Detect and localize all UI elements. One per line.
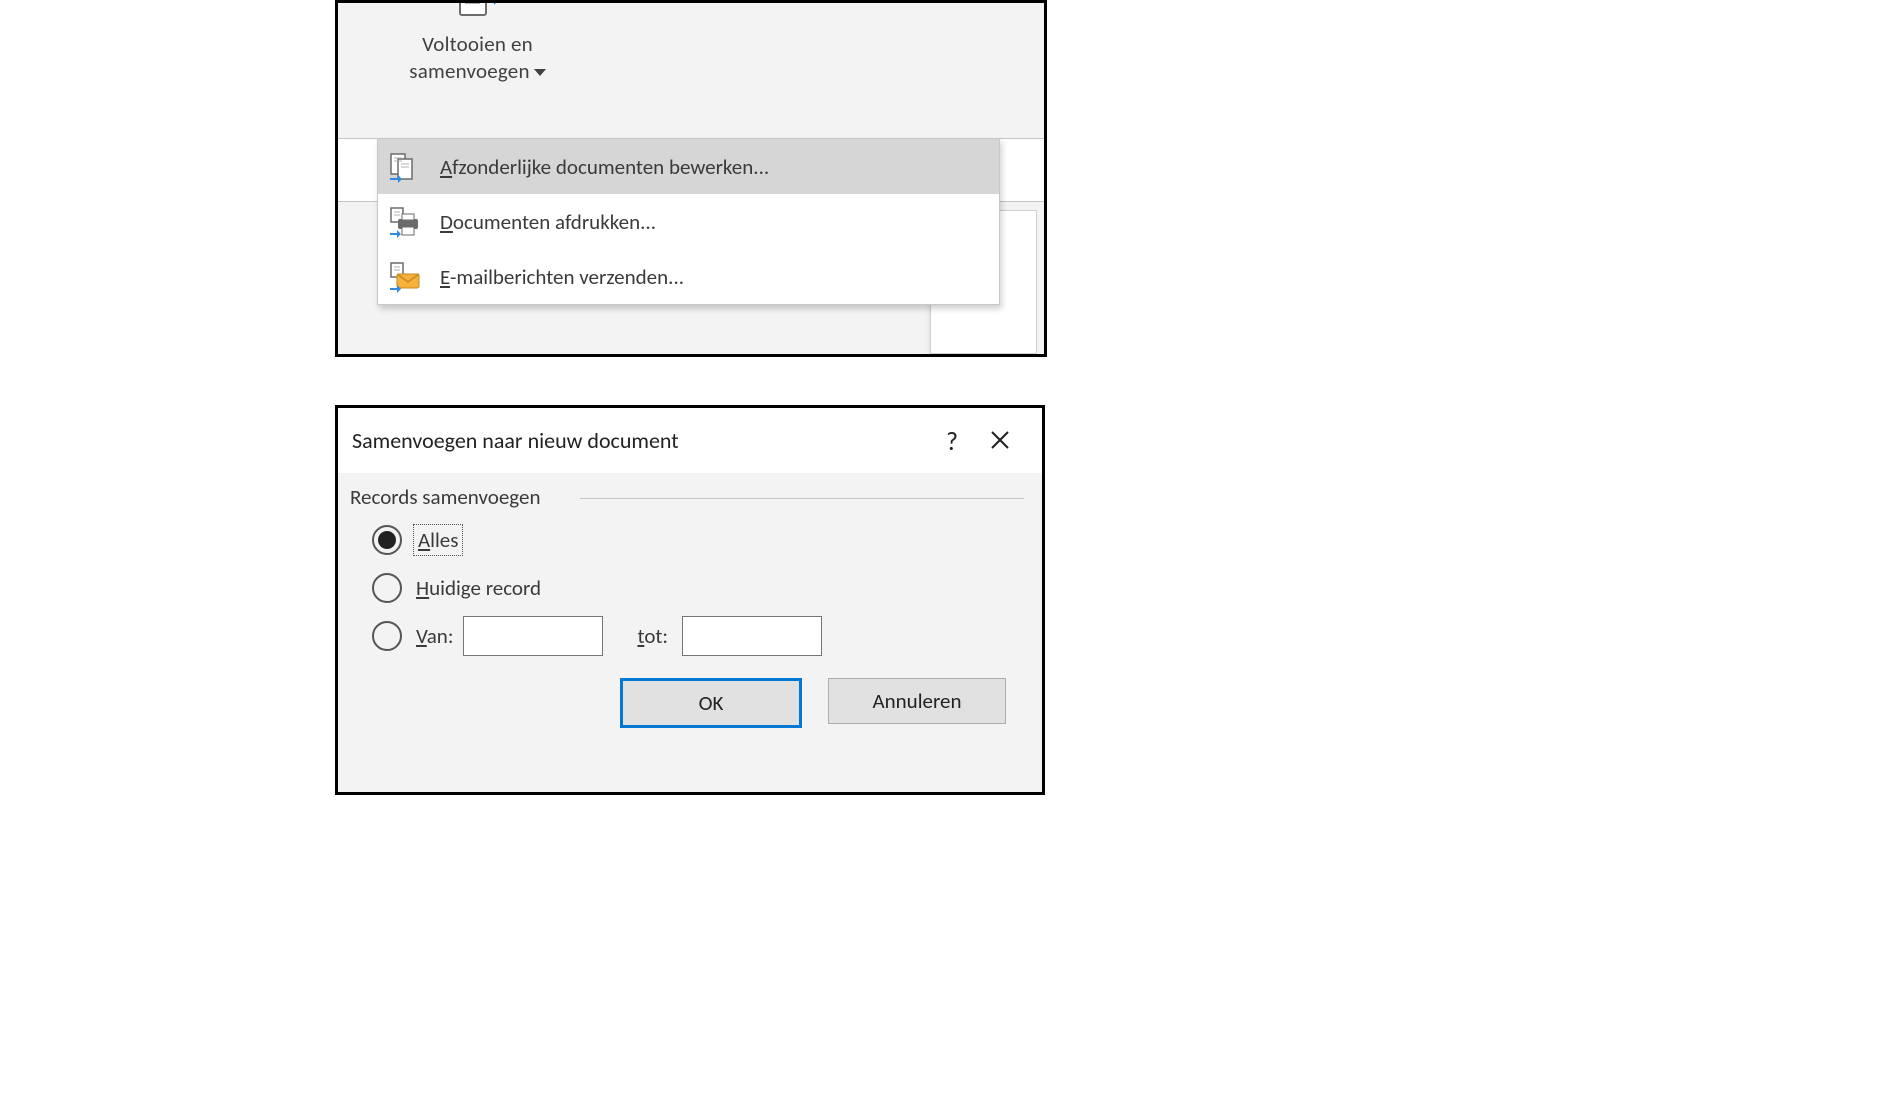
- edit-documents-icon: [386, 148, 424, 186]
- finish-merge-label: Voltooien en samenvoegen: [375, 31, 580, 85]
- print-documents-icon: [386, 203, 424, 241]
- menu-item-send-email[interactable]: E-mailberichten verzenden...: [378, 249, 999, 304]
- chevron-down-icon: [534, 69, 546, 76]
- dialog-titlebar: Samenvoegen naar nieuw document ?: [338, 408, 1042, 474]
- ribbon-and-menu-panel: Voltooien en samenvoegen: [335, 0, 1047, 357]
- menu-item-print-documents[interactable]: Documenten afdrukken...: [378, 194, 999, 249]
- close-button[interactable]: [976, 417, 1024, 465]
- to-label: tot:: [637, 623, 668, 649]
- finish-merge-icon: [450, 0, 506, 27]
- radio-from[interactable]: Van: tot:: [350, 612, 1024, 660]
- radio-icon: [372, 621, 402, 651]
- menu-item-edit-individual[interactable]: Afzonderlijke documenten bewerken...: [378, 139, 999, 194]
- dialog-button-row: OK Annuleren: [350, 660, 1024, 728]
- finish-merge-menu: Afzonderlijke documenten bewerken...: [377, 138, 1000, 305]
- to-input[interactable]: [682, 616, 822, 656]
- radio-current[interactable]: Huidige record: [350, 564, 1024, 612]
- menu-item-label: Afzonderlijke documenten bewerken...: [440, 154, 769, 180]
- group-label-records: Records samenvoegen: [350, 484, 1024, 510]
- radio-all-label: Alles: [416, 527, 460, 553]
- merge-to-new-document-dialog: Samenvoegen naar nieuw document ? Record…: [335, 405, 1045, 795]
- finish-and-merge-button[interactable]: Voltooien en samenvoegen: [375, 0, 580, 85]
- radio-current-label: Huidige record: [416, 575, 541, 601]
- from-input[interactable]: [463, 616, 603, 656]
- send-email-icon: [386, 258, 424, 296]
- dialog-body: Records samenvoegen Alles Huidige record…: [338, 474, 1042, 728]
- menu-item-label: Documenten afdrukken...: [440, 209, 656, 235]
- help-button[interactable]: ?: [928, 417, 976, 465]
- dialog-title: Samenvoegen naar nieuw document: [352, 427, 928, 454]
- cancel-button[interactable]: Annuleren: [828, 678, 1006, 724]
- ribbon-area: Voltooien en samenvoegen: [338, 3, 1044, 138]
- radio-icon: [372, 573, 402, 603]
- radio-all[interactable]: Alles: [350, 516, 1024, 564]
- menu-item-label: E-mailberichten verzenden...: [440, 264, 684, 290]
- radio-from-label: Van:: [416, 623, 453, 649]
- ok-button[interactable]: OK: [620, 678, 802, 728]
- close-icon: [990, 425, 1010, 457]
- radio-icon: [372, 525, 402, 555]
